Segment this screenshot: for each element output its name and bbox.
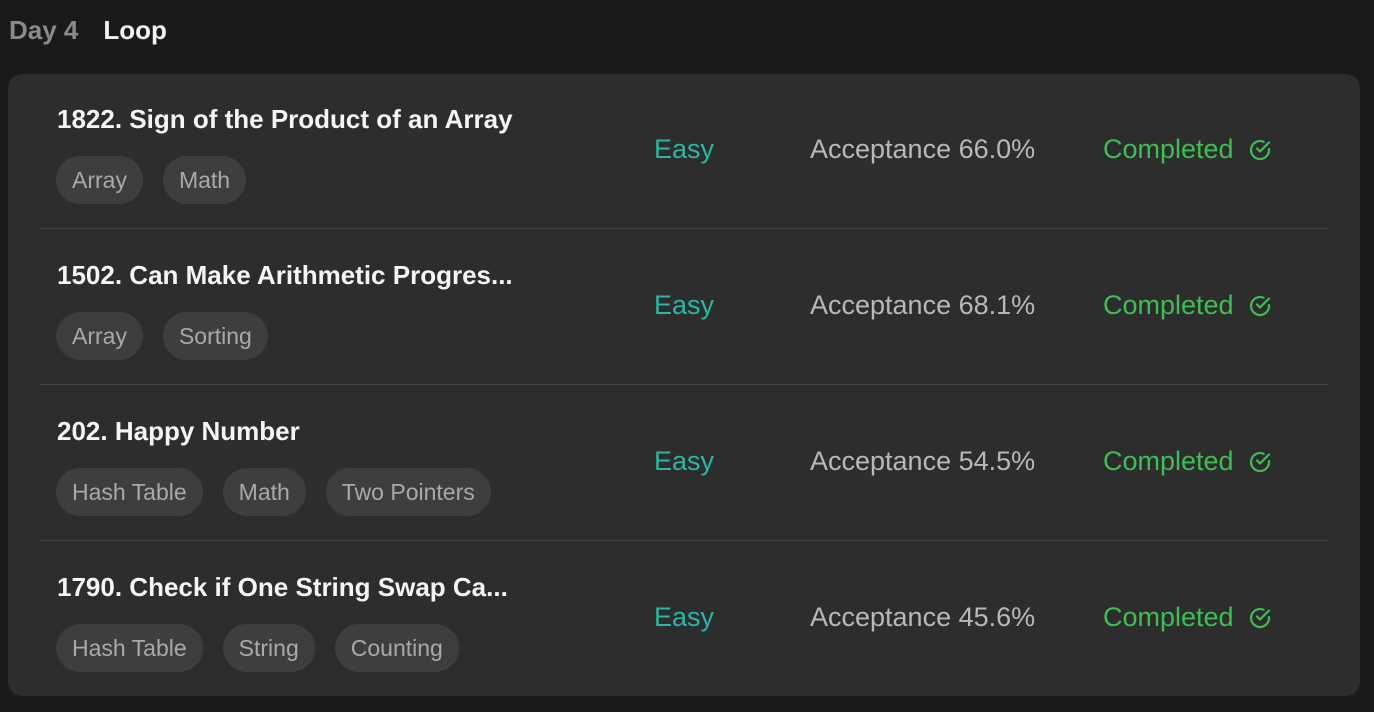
difficulty-label: Easy [654,446,715,476]
status-label: Completed [1103,290,1234,320]
check-circle-icon [1249,139,1270,160]
topic-tag[interactable]: Array [56,312,143,360]
row-divider [40,540,1328,541]
problem-title[interactable]: 1502. Can Make Arithmetic Progres... [57,260,577,291]
problem-row[interactable]: 202. Happy Number Hash Table Math Two Po… [8,386,1360,542]
check-circle-icon [1249,607,1270,628]
topic-tag[interactable]: Math [162,156,247,204]
day-label: Day 4 [9,14,79,45]
acceptance-rate: Acceptance 54.5% [810,446,1036,476]
topic-tag[interactable]: Hash Table [56,624,203,672]
row-divider [40,228,1328,229]
check-circle-icon [1249,451,1270,472]
acceptance-rate: Acceptance 68.1% [810,290,1036,320]
row-divider [40,384,1328,385]
acceptance-rate: Acceptance 66.0% [810,134,1036,164]
problem-row[interactable]: 1790. Check if One String Swap Ca... Has… [8,542,1360,696]
status-label: Completed [1103,446,1234,476]
status-label: Completed [1103,602,1234,632]
section-header: Day 4 Loop [9,12,167,48]
tag-list: Array Math [56,156,247,204]
tag-list: Hash Table String Counting [56,624,459,672]
status-badge: Completed [1103,446,1272,477]
topic-tag[interactable]: Array [56,156,143,204]
problem-list: 1822. Sign of the Product of an Array Ar… [8,74,1360,696]
topic-tag[interactable]: Hash Table [56,468,203,516]
topic-tag[interactable]: Counting [334,624,459,672]
topic-tag[interactable]: Math [222,468,306,516]
status-badge: Completed [1103,602,1272,633]
topic-title: Loop [103,14,167,45]
tag-list: Hash Table Math Two Pointers [56,468,491,516]
status-badge: Completed [1103,134,1272,165]
problem-title[interactable]: 1822. Sign of the Product of an Array [57,104,577,135]
difficulty-label: Easy [654,134,715,164]
difficulty-label: Easy [654,290,715,320]
status-label: Completed [1103,134,1234,164]
problem-row[interactable]: 1502. Can Make Arithmetic Progres... Arr… [8,230,1360,386]
problem-row[interactable]: 1822. Sign of the Product of an Array Ar… [8,74,1360,230]
tag-list: Array Sorting [56,312,268,360]
topic-tag[interactable]: Two Pointers [325,468,491,516]
check-circle-icon [1249,295,1270,316]
difficulty-label: Easy [654,602,715,632]
acceptance-rate: Acceptance 45.6% [810,602,1036,632]
topic-tag[interactable]: String [222,624,315,672]
status-badge: Completed [1103,290,1272,321]
topic-tag[interactable]: Sorting [162,312,268,360]
problem-title[interactable]: 1790. Check if One String Swap Ca... [57,572,577,603]
problem-title[interactable]: 202. Happy Number [57,416,577,447]
